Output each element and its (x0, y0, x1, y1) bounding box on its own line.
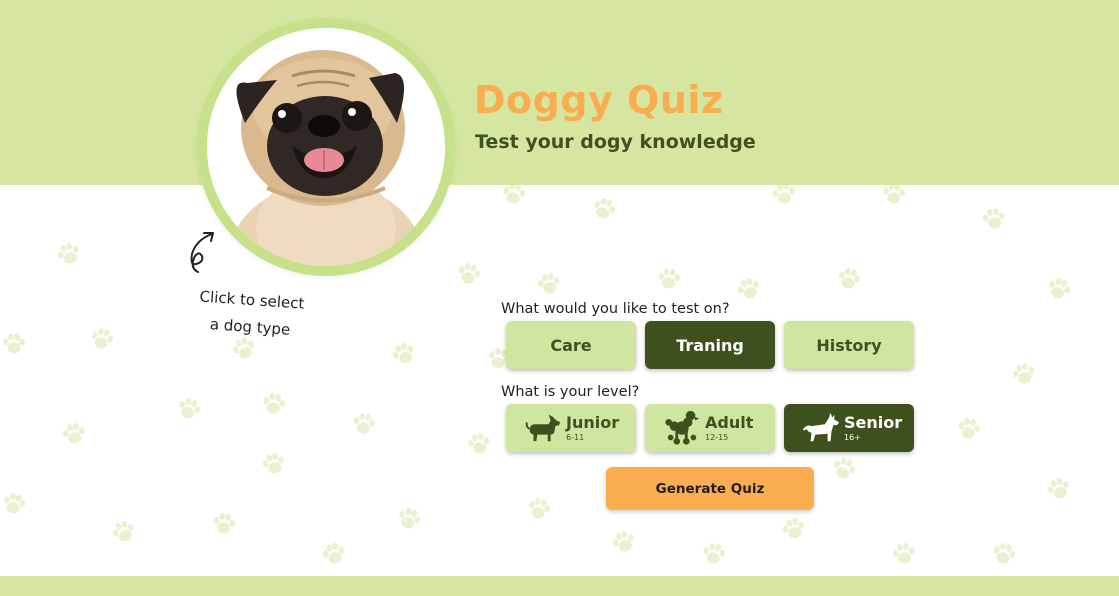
shepherd-dog-icon (802, 409, 840, 447)
paw-print-icon (452, 257, 486, 291)
page-subtitle: Test your dogy knowledge (475, 131, 756, 153)
paw-print-icon (522, 492, 556, 526)
paw-print-icon (85, 322, 119, 356)
topic-question: What would you like to test on? (501, 301, 730, 317)
paw-print-icon (1041, 271, 1077, 307)
level-senior-label: Senior (844, 412, 903, 432)
paw-print-icon (317, 537, 351, 571)
dog-type-hint: Click to select a dog type (184, 283, 317, 346)
level-junior-label: Junior (566, 412, 620, 432)
level-senior-age: 16+ (844, 432, 861, 442)
dachshund-icon (524, 409, 562, 447)
pug-photo (207, 28, 445, 266)
paw-print-icon (586, 191, 622, 227)
dog-type-selector[interactable] (197, 18, 455, 276)
paw-print-icon (953, 413, 985, 445)
curly-arrow-icon (186, 228, 222, 278)
paw-print-icon (654, 264, 684, 294)
paw-print-icon (826, 451, 862, 487)
quiz-page: Doggy Quiz Test your dogy knowledge Clic… (0, 0, 1119, 596)
level-junior-age: 6-11 (566, 432, 585, 442)
level-junior-button[interactable]: Junior 6-11 (506, 404, 636, 452)
level-adult-button[interactable]: Adult 12-15 (645, 404, 775, 452)
level-senior-button[interactable]: Senior 16+ (784, 404, 914, 452)
paw-print-icon (987, 537, 1021, 571)
paw-print-icon (1041, 471, 1077, 507)
paw-print-icon (258, 388, 290, 420)
level-question: What is your level? (501, 384, 640, 400)
paw-print-icon (208, 508, 240, 540)
paw-print-icon (698, 538, 730, 570)
topic-care-button[interactable]: Care (506, 321, 636, 369)
paw-print-icon (978, 203, 1010, 235)
topic-training-button[interactable]: Traning (645, 321, 775, 369)
paw-print-icon (463, 428, 495, 460)
level-adult-age: 12-15 (705, 432, 729, 442)
poodle-icon (663, 409, 701, 447)
paw-print-icon (533, 268, 565, 300)
topic-history-button[interactable]: History (784, 321, 914, 369)
paw-print-icon (0, 330, 28, 358)
paw-print-icon (51, 236, 87, 272)
footer-band (0, 576, 1119, 596)
paw-print-icon (1007, 357, 1041, 391)
generate-quiz-button[interactable]: Generate Quiz (606, 467, 814, 510)
paw-print-icon (888, 538, 920, 570)
page-title: Doggy Quiz (474, 78, 724, 122)
paw-print-icon (832, 262, 866, 296)
paw-print-icon (106, 514, 142, 550)
paw-print-icon (348, 408, 380, 440)
paw-print-icon (391, 501, 427, 537)
level-adult-label: Adult (705, 412, 754, 432)
paw-print-icon (0, 487, 31, 521)
paw-print-icon (385, 335, 422, 372)
paw-print-icon (58, 418, 90, 450)
paw-print-icon (606, 524, 642, 560)
paw-print-icon (777, 512, 811, 546)
paw-print-icon (257, 447, 291, 481)
paw-print-icon (171, 391, 207, 427)
paw-print-icon (731, 271, 767, 307)
